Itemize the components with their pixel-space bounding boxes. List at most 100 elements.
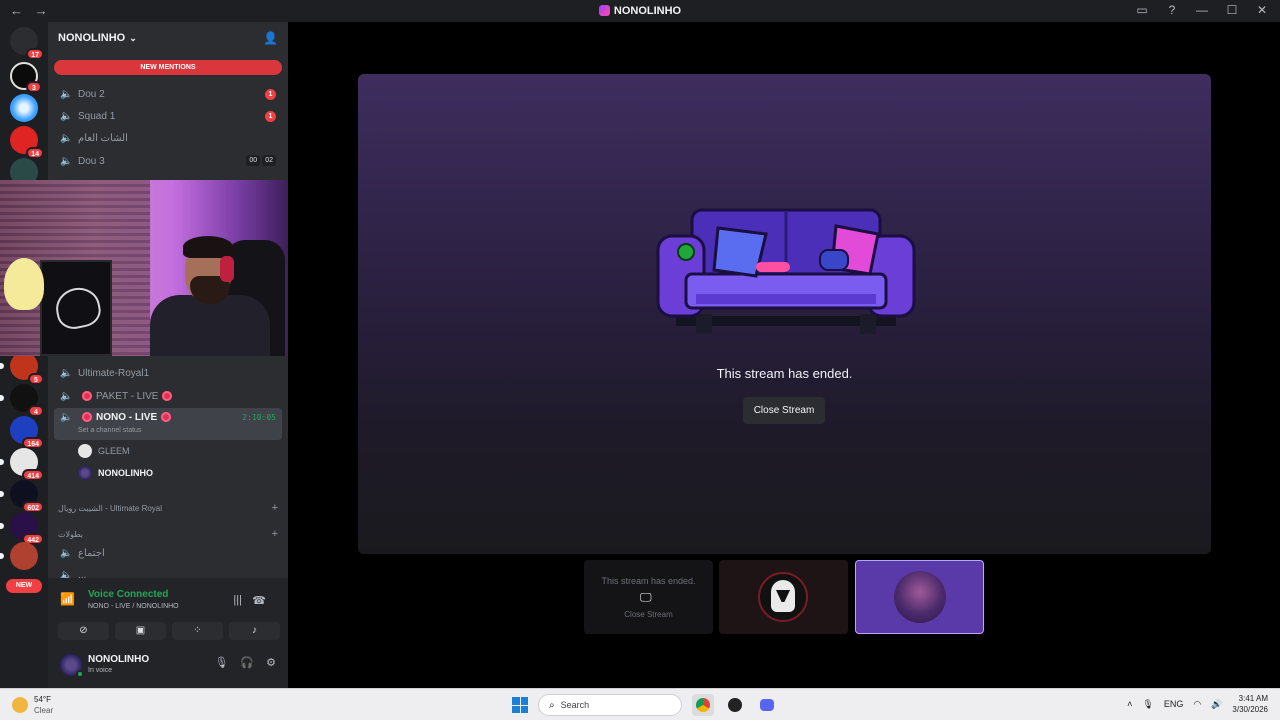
ended-stream-tile[interactable]: This stream has ended. 🖵 Close Stream (584, 560, 713, 634)
channel-item[interactable]: 🔈 الشات العام (54, 128, 282, 148)
guild-icon[interactable]: 4 (0, 384, 44, 417)
add-channel-icon[interactable]: + (272, 502, 278, 514)
unread-pip (0, 459, 4, 465)
mention-badge: 1 (265, 89, 276, 100)
channel-item[interactable]: 🔈 Dou 3 00 02 (54, 151, 282, 171)
unread-pip (0, 363, 4, 369)
taskbar-search[interactable]: ⌕ Search (538, 694, 682, 716)
wifi-icon[interactable]: ◠ (1193, 699, 1201, 710)
windows-start-icon[interactable] (512, 697, 528, 713)
guild-icon[interactable]: 602 (0, 480, 44, 513)
language-indicator[interactable]: ENG (1164, 699, 1184, 709)
voice-member[interactable]: GLEEM (78, 442, 130, 460)
plush-toy (4, 258, 44, 310)
window-title: NONOLINHO (0, 5, 1280, 17)
maximize-icon[interactable]: ☐ (1224, 3, 1240, 17)
voice-status-subtitle[interactable]: NONO - LIVE / NONOLINHO (88, 603, 179, 610)
share-screen-icon[interactable]: ▣ (115, 622, 166, 640)
avatar (78, 466, 92, 480)
avatar[interactable] (60, 654, 84, 678)
guild-icon[interactable]: 3 (10, 62, 42, 93)
channel-name: NONO - LIVE (96, 412, 158, 423)
guild-badge: 14 (26, 147, 44, 159)
help-icon[interactable]: ? (1164, 3, 1180, 17)
voice-channel-item[interactable]: 🔈 Ultimate-Royal1 (54, 363, 282, 383)
guild-icon[interactable] (10, 94, 38, 122)
guild-icon[interactable]: 414 (0, 448, 44, 481)
channel-item[interactable]: 🔈 Dou 2 1 (54, 84, 282, 104)
gear-icon[interactable]: ⚙ (266, 656, 276, 669)
guild-icon[interactable] (0, 542, 38, 570)
close-icon[interactable]: ✕ (1254, 3, 1270, 17)
activities-icon[interactable]: ⁘ (172, 622, 223, 640)
clock[interactable]: 3:41 AM 3/30/2026 (1232, 693, 1268, 715)
weather-temp: 54°F (34, 695, 51, 704)
rog-logo-icon (52, 283, 104, 333)
participant-tile-nonolinho[interactable] (855, 560, 984, 634)
mention-badge: 1 (265, 111, 276, 122)
user-count: 00 (246, 155, 261, 166)
channel-item[interactable]: 🔈 Squad 1 1 (54, 106, 282, 126)
obs-app-icon[interactable] (724, 694, 746, 716)
noise-suppression-icon[interactable]: ||| (233, 594, 242, 606)
member-name: GLEEM (98, 446, 130, 456)
system-tray: ˄ 🎙 ENG ◠ 🔊 3:41 AM 3/30/2026 (1127, 693, 1268, 715)
direct-messages-icon[interactable]: 17 (10, 27, 44, 60)
voice-channel-item[interactable]: 🔈 اجتماع (54, 543, 282, 563)
discord-app-icon[interactable] (756, 694, 778, 716)
guild-icon[interactable]: 442 (0, 512, 44, 545)
voice-channel-active[interactable]: 🔈 NONO - LIVE 2:10:05 Set a channel status (54, 408, 282, 440)
window-title-text: NONOLINHO (613, 5, 682, 17)
add-channel-icon[interactable]: + (272, 528, 278, 540)
server-header[interactable]: NONOLINHO ⌄ (48, 22, 288, 54)
streamer-body (150, 295, 270, 356)
channel-name: Dou 2 (78, 88, 105, 100)
headphones-icon[interactable]: 🎧 (240, 656, 254, 669)
speaker-icon: 🔈 (60, 390, 73, 402)
monitor-icon: 🖵 (640, 590, 652, 604)
disconnect-icon[interactable]: ☎ (252, 594, 266, 607)
search-placeholder: Search (560, 700, 590, 710)
new-servers-pill[interactable]: NEW (6, 579, 42, 593)
guild-icon[interactable]: 5 (0, 352, 44, 385)
tile-close-stream[interactable]: Close Stream (584, 610, 713, 619)
online-status-icon (76, 670, 84, 678)
monitor (40, 260, 112, 356)
channel-name: Dou 3 (78, 155, 105, 167)
channel-status-link[interactable]: Set a channel status (78, 427, 141, 434)
voice-connected-panel: 📶 Voice Connected NONO - LIVE / NONOLINH… (56, 584, 282, 622)
minimize-icon[interactable]: — (1194, 3, 1210, 17)
category-header[interactable]: الشيبت رويال - Ultimate Royal + (58, 501, 280, 515)
voice-channel-item[interactable]: 🔈 PAKET - LIVE (54, 386, 282, 406)
microphone-icon[interactable]: 🎙 (214, 656, 228, 669)
signal-icon[interactable]: 📶 (60, 592, 75, 606)
taskbar-apps: ⌕ Search (512, 694, 778, 716)
new-mentions-bar[interactable]: NEW MENTIONS (54, 60, 282, 75)
user-state: In voice (88, 667, 113, 674)
avatar (894, 571, 946, 623)
close-stream-button[interactable]: Close Stream (743, 397, 825, 424)
channel-name: Ultimate-Royal1 (78, 367, 150, 379)
chrome-app-icon[interactable] (692, 694, 714, 716)
couch-illustration (656, 208, 916, 334)
volume-icon[interactable]: 🔊 (1211, 699, 1222, 710)
clock-time: 3:41 AM (1238, 694, 1268, 703)
weather-widget[interactable]: 54°F Clear (12, 694, 53, 716)
user-name: NONOLINHO (88, 654, 150, 665)
channel-name: Squad 1 (78, 110, 116, 122)
inbox-icon[interactable]: ▭ (1134, 3, 1150, 17)
live-dot-icon (162, 391, 173, 401)
guild-icon[interactable]: 14 (10, 126, 44, 159)
channel-name: اجتماع (78, 547, 105, 559)
chevron-up-icon[interactable]: ˄ (1127, 699, 1132, 709)
windows-taskbar: 54°F Clear ⌕ Search ˄ 🎙 ENG ◠ 🔊 3:41 AM 3… (0, 688, 1280, 720)
participant-tile-gleem[interactable] (719, 560, 848, 634)
camera-off-icon[interactable]: ⊘ (58, 622, 109, 640)
category-header[interactable]: بطولات + (58, 527, 280, 541)
voice-member[interactable]: NONOLINHO (78, 464, 153, 482)
guild-icon[interactable]: 164 (10, 416, 44, 449)
invite-people-icon[interactable]: 👤 (263, 31, 278, 45)
current-user: NONOLINHO In voice 🎙 🎧 ⚙ (56, 650, 282, 686)
microphone-tray-icon[interactable]: 🎙 (1142, 699, 1153, 710)
soundboard-icon[interactable]: ♪ (229, 622, 280, 640)
